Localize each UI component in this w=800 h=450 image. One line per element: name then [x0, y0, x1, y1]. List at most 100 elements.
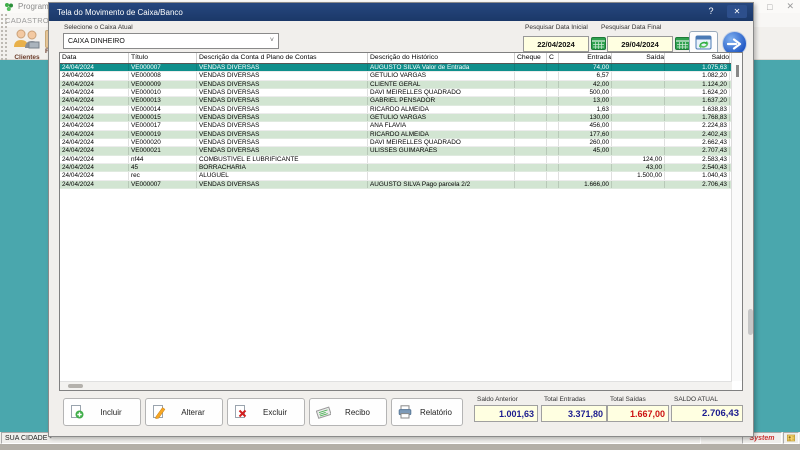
table-cell: 24/04/2024	[60, 64, 129, 71]
table-cell: 45,00	[559, 147, 612, 154]
table-cell: VENDAS DIVERSAS	[197, 89, 368, 96]
table-cell: 124,00	[612, 156, 665, 163]
table-row[interactable]: 24/04/2024VE000008VENDAS DIVERSASGETULIO…	[60, 72, 731, 80]
table-row[interactable]: 24/04/2024VE000010VENDAS DIVERSASDAVI ME…	[60, 89, 731, 97]
table-cell: VE000019	[129, 131, 197, 138]
table-row[interactable]: 24/04/2024VE000007VENDAS DIVERSASAUGUSTO…	[60, 64, 731, 72]
table-cell: VE000007	[129, 181, 197, 188]
movimento-caixa-dialog: Tela do Movimento de Caixa/Banco ? ✕ Sel…	[48, 2, 754, 437]
incluir-button[interactable]: Incluir	[63, 398, 141, 426]
table-row[interactable]: 24/04/2024VE000015VENDAS DIVERSASGETULIO…	[60, 114, 731, 122]
table-cell: 24/04/2024	[60, 122, 129, 129]
column-header[interactable]: Descrição do Histórico	[368, 53, 515, 63]
date-start-input[interactable]: 22/04/2024	[523, 36, 589, 52]
table-cell	[547, 89, 559, 96]
recibo-button[interactable]: Recibo	[309, 398, 387, 426]
table-cell: CLIENTE GERAL	[368, 81, 515, 88]
table-cell: 2.706,43	[665, 181, 730, 188]
app-logo-icon	[4, 2, 14, 12]
table-cell	[547, 106, 559, 113]
column-header[interactable]: Cheque	[515, 53, 547, 63]
table-cell	[612, 147, 665, 154]
table-cell	[547, 172, 559, 179]
saldo-atual-value: 2.706,43	[671, 405, 743, 422]
table-cell	[612, 81, 665, 88]
table-cell: ANA FLAVIA	[368, 122, 515, 129]
table-cell: 2.662,43	[665, 139, 730, 146]
table-cell: 24/04/2024	[60, 172, 129, 179]
close-icon[interactable]: ✕	[786, 1, 794, 12]
table-cell	[515, 81, 547, 88]
table-cell	[515, 131, 547, 138]
table-cell	[515, 97, 547, 104]
toolbar-item-clientes[interactable]: Clientes	[9, 28, 45, 61]
date-end-input[interactable]: 29/04/2024	[607, 36, 673, 52]
table-cell	[612, 64, 665, 71]
table-cell: 2.540,43	[665, 164, 730, 171]
table-cell	[515, 89, 547, 96]
table-row[interactable]: 24/04/2024VE000014VENDAS DIVERSASRICARDO…	[60, 106, 731, 114]
table-row[interactable]: 24/04/2024VE000020VENDAS DIVERSASDAVI ME…	[60, 139, 731, 147]
dialog-titlebar[interactable]: Tela do Movimento de Caixa/Banco	[49, 3, 753, 21]
table-row[interactable]: 24/04/2024VE000013VENDAS DIVERSASGABRIEL…	[60, 97, 731, 105]
table-row[interactable]: 24/04/2024VE000007VENDAS DIVERSASAUGUSTO…	[60, 181, 731, 189]
relatorio-button[interactable]: Relatório	[391, 398, 463, 426]
vertical-scrollbar-thumb[interactable]	[736, 65, 739, 77]
dialog-scrollbar-thumb[interactable]	[748, 309, 753, 335]
column-header[interactable]: Saldo	[665, 53, 730, 63]
horizontal-scrollbar-thumb[interactable]	[68, 384, 83, 388]
table-cell	[515, 147, 547, 154]
table-cell: RICARDO ALMEIDA	[368, 131, 515, 138]
table-row[interactable]: 24/04/2024nf44COMBUSTÍVEL E LUBRIFICANTE…	[60, 156, 731, 164]
table-row[interactable]: 24/04/202445BORRACHARIA43,002.540,43	[60, 164, 731, 172]
table-cell	[612, 122, 665, 129]
help-button[interactable]: ?	[704, 5, 718, 18]
table-cell: 500,00	[559, 89, 612, 96]
add-document-icon	[70, 405, 84, 419]
menu-cadastros[interactable]: CADASTROS	[5, 16, 54, 25]
table-cell	[515, 172, 547, 179]
table-cell: nf44	[129, 156, 197, 163]
alterar-button[interactable]: Alterar	[145, 398, 223, 426]
horizontal-scrollbar[interactable]	[60, 381, 732, 390]
table-row[interactable]: 24/04/2024VE000021VENDAS DIVERSASULISSES…	[60, 147, 731, 155]
column-header[interactable]: Descrição da Conta d Plano de Contas	[197, 53, 368, 63]
table-row[interactable]: 24/04/2024VE000009VENDAS DIVERSASCLIENTE…	[60, 81, 731, 89]
table-cell: 1.124,20	[665, 81, 730, 88]
caixa-select[interactable]: CAIXA DINHEIRO ˅	[63, 33, 279, 49]
table-cell	[612, 114, 665, 121]
vertical-scrollbar[interactable]	[731, 53, 742, 381]
column-header[interactable]: Título	[129, 53, 197, 63]
total-entradas-label: Total Entradas	[544, 396, 586, 403]
table-cell: 24/04/2024	[60, 181, 129, 188]
table-cell: VE000014	[129, 106, 197, 113]
column-header[interactable]: C	[547, 53, 559, 63]
table-row[interactable]: 24/04/2024recALUGUEL1.500,001.040,43	[60, 172, 731, 180]
table-row[interactable]: 24/04/2024VE000019VENDAS DIVERSASRICARDO…	[60, 131, 731, 139]
table-cell: 42,00	[559, 81, 612, 88]
caixa-label: Selecione o Caixa Atual	[64, 24, 133, 31]
calendar-icon[interactable]	[591, 37, 607, 51]
table-cell: 2.402,43	[665, 131, 730, 138]
total-saidas-value: 1.667,00	[607, 405, 669, 422]
table-row[interactable]: 24/04/2024VE000017VENDAS DIVERSASANA FLA…	[60, 122, 731, 130]
table-cell	[368, 164, 515, 171]
table-cell: 1.768,83	[665, 114, 730, 121]
table-cell	[559, 164, 612, 171]
excluir-button[interactable]: Excluir	[227, 398, 305, 426]
receipt-icon	[316, 405, 331, 419]
table-cell: DAVI MEIRELLES QUADRADO	[368, 139, 515, 146]
dialog-close-button[interactable]: ✕	[727, 5, 747, 18]
total-saidas-label: Total Saídas	[610, 396, 646, 403]
table-cell: BORRACHARIA	[197, 164, 368, 171]
table-cell: VE000008	[129, 72, 197, 79]
table-cell: 43,00	[612, 164, 665, 171]
table-cell: 1.082,20	[665, 72, 730, 79]
table-cell: 6,57	[559, 72, 612, 79]
table-cell: VE000017	[129, 122, 197, 129]
column-header[interactable]: Data	[60, 53, 129, 63]
table-cell: 24/04/2024	[60, 89, 129, 96]
column-header[interactable]: Entrada	[559, 53, 612, 63]
column-header[interactable]: Saída	[612, 53, 665, 63]
restore-icon[interactable]: □	[767, 2, 772, 12]
